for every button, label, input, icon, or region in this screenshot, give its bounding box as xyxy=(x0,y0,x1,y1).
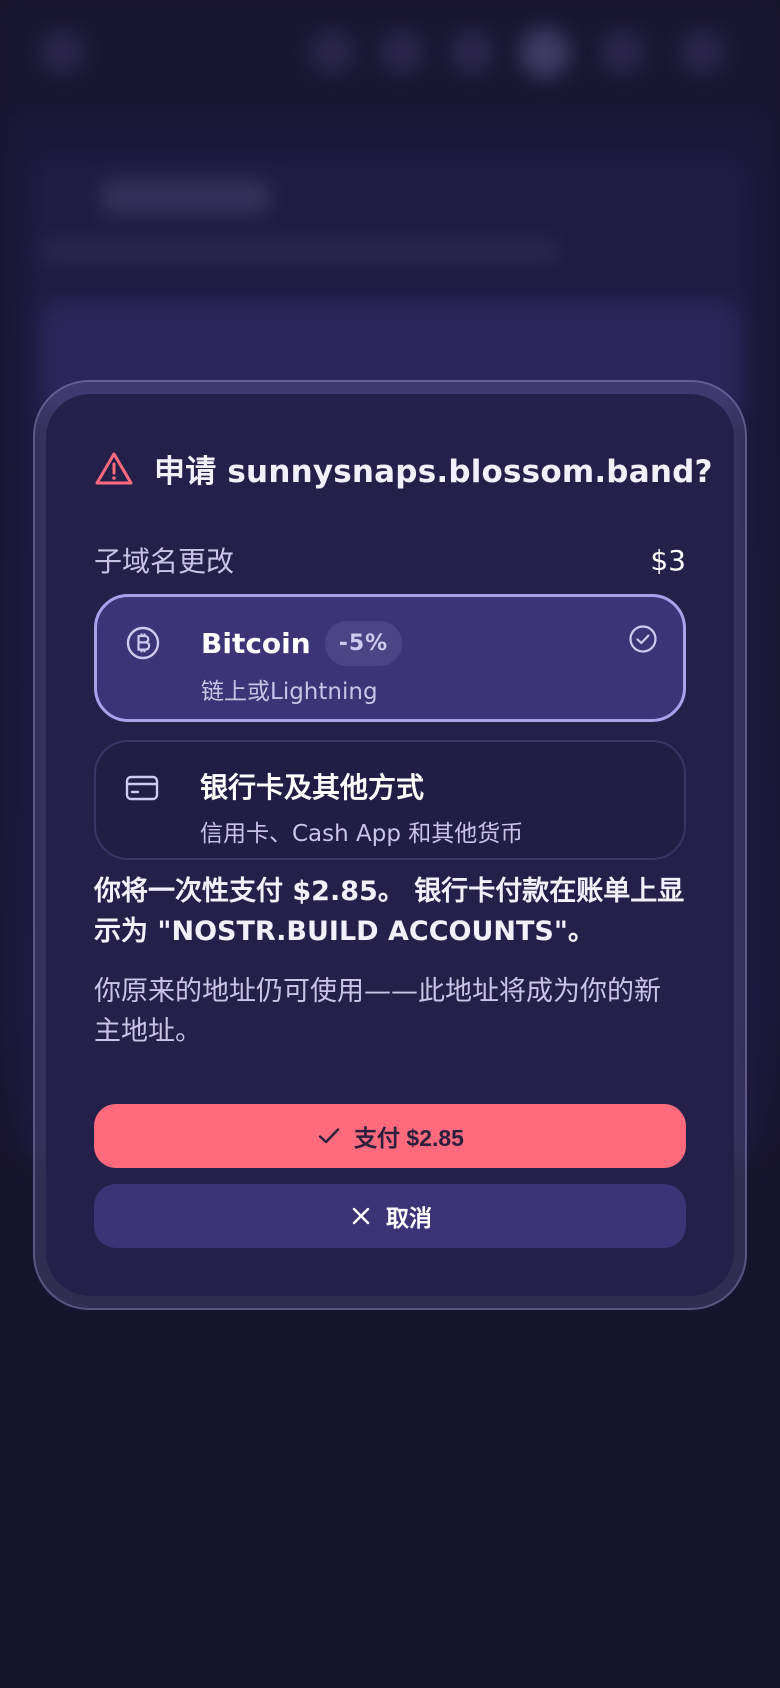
bitcoin-icon xyxy=(125,625,161,661)
payment-option-subtitle: 链上或Lightning xyxy=(201,679,378,705)
payment-option-title-row: Bitcoin -5% xyxy=(201,621,655,666)
close-icon xyxy=(348,1203,374,1229)
discount-badge: -5% xyxy=(324,621,403,666)
dialog-header: 申请 sunnysnaps.blossom.band? xyxy=(94,446,713,491)
cancel-button-label: 取消 xyxy=(386,1205,432,1231)
payment-dialog: 申请 sunnysnaps.blossom.band? 子域名更改 $3 Bit… xyxy=(46,394,734,1296)
payment-option-bitcoin[interactable]: Bitcoin -5% 链上或Lightning xyxy=(94,594,686,722)
cancel-button[interactable]: 取消 xyxy=(94,1184,686,1248)
payment-option-card[interactable]: 银行卡及其他方式 信用卡、Cash App 和其他货币 xyxy=(94,740,686,860)
line-item-price: $3 xyxy=(650,543,686,577)
payment-option-title-row: 银行卡及其他方式 xyxy=(200,766,656,806)
payment-option-title: Bitcoin xyxy=(201,627,311,660)
line-item-label: 子域名更改 xyxy=(94,545,235,578)
dialog-title: 申请 sunnysnaps.blossom.band? xyxy=(154,454,713,490)
warning-icon xyxy=(94,449,134,489)
check-icon xyxy=(316,1123,342,1149)
pay-button-label: 支付 $2.85 xyxy=(354,1125,464,1151)
payment-option-title: 银行卡及其他方式 xyxy=(200,771,425,804)
payment-option-body: 银行卡及其他方式 信用卡、Cash App 和其他货币 xyxy=(200,766,656,847)
line-item: 子域名更改 $3 xyxy=(94,540,686,580)
credit-card-icon xyxy=(124,770,160,806)
payment-notice: 你将一次性支付 $2.85。 银行卡付款在账单上显示为 "NOSTR.BUILD… xyxy=(94,876,685,947)
address-note: 你原来的地址仍可使用——此地址将成为你的新主地址。 xyxy=(94,976,661,1047)
payment-option-subtitle: 信用卡、Cash App 和其他货币 xyxy=(200,821,524,847)
pay-button[interactable]: 支付 $2.85 xyxy=(94,1104,686,1168)
payment-option-body: Bitcoin -5% 链上或Lightning xyxy=(201,621,655,705)
check-circle-icon xyxy=(627,623,659,655)
